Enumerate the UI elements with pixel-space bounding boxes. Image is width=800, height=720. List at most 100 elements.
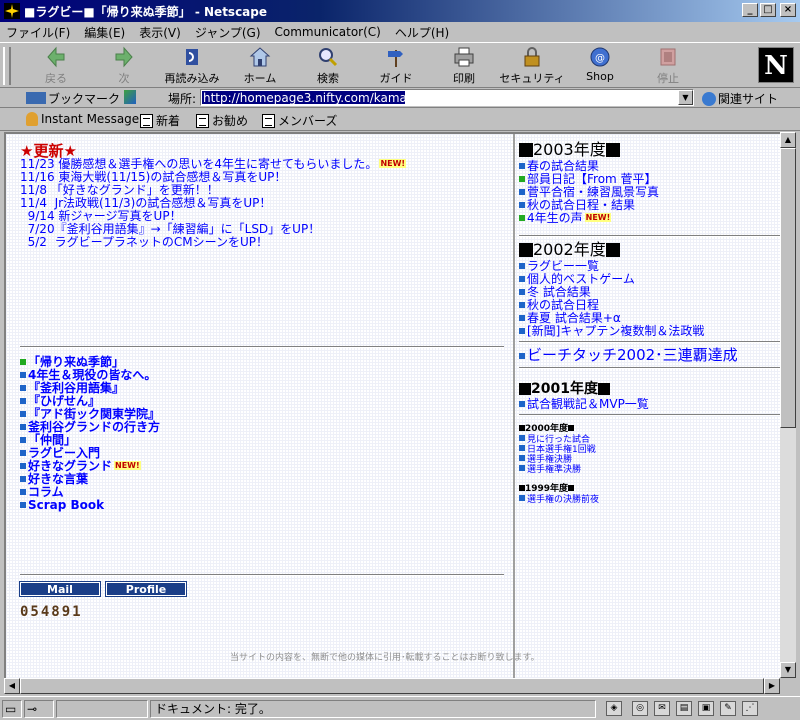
bullet-icon xyxy=(519,445,525,451)
security-button[interactable]: セキュリティ xyxy=(498,46,566,86)
bullet-icon xyxy=(20,372,26,378)
horizontal-scrollbar[interactable]: ◀ ▶ xyxy=(4,678,780,694)
security-status-icon[interactable]: ▭ xyxy=(2,700,22,718)
navigator-component-icon[interactable]: ◎ xyxy=(632,701,648,716)
page-content: ★更新★ 11/23 優勝感想＆選手権への思いを4年生に寄せてもらいました。 NE… xyxy=(4,132,780,678)
page-link-icon xyxy=(262,113,275,128)
netscape-app-icon[interactable] xyxy=(4,3,20,19)
page-link-icon xyxy=(196,113,209,128)
black-square-icon xyxy=(568,425,575,431)
bullet-icon xyxy=(519,455,525,461)
back-button[interactable]: 戻る xyxy=(22,46,90,86)
divider xyxy=(20,346,504,348)
close-button[interactable]: × xyxy=(780,3,796,17)
list-item[interactable]: 4年生の声 NEW! xyxy=(519,212,659,225)
bullet-icon xyxy=(519,163,525,169)
minimize-button[interactable]: _ xyxy=(742,3,758,17)
toolbar-grip[interactable] xyxy=(3,47,11,85)
menu-view[interactable]: 表示(V) xyxy=(139,24,181,41)
bullet-icon xyxy=(519,302,525,308)
menu-communicator[interactable]: Communicator(C) xyxy=(275,25,381,39)
home-button[interactable]: ホーム xyxy=(226,46,294,86)
bullet-icon xyxy=(519,276,525,282)
page-proxy-glyph xyxy=(124,90,136,104)
bullet-icon xyxy=(519,353,525,359)
scroll-down-icon[interactable]: ▼ xyxy=(780,662,796,678)
black-square-icon xyxy=(605,143,620,157)
list-item[interactable]: 試合観戦記＆MVP一覧 xyxy=(519,398,780,411)
black-square-icon xyxy=(519,143,533,157)
bullet-icon xyxy=(20,502,26,508)
netscape-logo[interactable]: N xyxy=(758,47,794,83)
bullet-icon xyxy=(519,401,525,407)
shop-button[interactable]: @ Shop xyxy=(566,46,634,83)
bookmarks-button[interactable]: ブックマーク xyxy=(26,90,120,107)
black-square-icon xyxy=(519,383,531,395)
bullet-icon xyxy=(519,289,525,295)
reload-button[interactable]: 再読み込み xyxy=(158,46,226,86)
menu-go[interactable]: ジャンプ(G) xyxy=(195,24,261,41)
stop-button[interactable]: 停止 xyxy=(634,46,702,86)
menu-edit[interactable]: 編集(E) xyxy=(84,24,125,41)
section-title: 2001年度 xyxy=(519,380,780,398)
bullet-icon xyxy=(519,465,525,471)
beach-touch-link[interactable]: ビーチタッチ2002･三連覇達成 xyxy=(519,346,780,364)
list-item[interactable]: 見に行った試合 xyxy=(519,435,596,445)
vertical-scrollbar[interactable]: ▲ ▼ xyxy=(780,132,796,678)
scroll-up-icon[interactable]: ▲ xyxy=(780,132,796,148)
print-button[interactable]: 印刷 xyxy=(430,46,498,86)
link-list: 試合観戦記＆MVP一覧 xyxy=(519,398,780,411)
scroll-left-icon[interactable]: ◀ xyxy=(4,678,20,694)
list-item[interactable]: [新聞]キャプテン複数制＆法政戦 xyxy=(519,325,780,338)
nav-link[interactable]: Scrap Book xyxy=(20,499,160,512)
bullet-icon xyxy=(519,328,525,334)
menu-file[interactable]: ファイル(F) xyxy=(6,24,70,41)
home-icon xyxy=(249,47,271,67)
mail-component-icon[interactable]: ✉ xyxy=(654,701,670,716)
guide-button[interactable]: ガイド xyxy=(362,46,430,86)
edit-page-icon[interactable]: ✎ xyxy=(720,701,736,716)
link-list: 選手権の決勝前夜 xyxy=(519,495,599,505)
resize-grip-icon[interactable]: ⋰ xyxy=(742,701,758,716)
url-input[interactable] xyxy=(201,90,671,105)
news-item[interactable]: 5/2 ラグビープラネットのCMシーンをUP！ xyxy=(20,236,406,249)
site-nav-list: 「帰り来ぬ季節」 4年生＆現役の皆なへ。 『釜利谷用語集』 『ひげせん』 『アド… xyxy=(20,356,160,512)
list-item[interactable]: 選手権準決勝 xyxy=(519,465,596,475)
search-button[interactable]: 検索 xyxy=(294,46,362,86)
related-sites-button[interactable]: 関連サイト xyxy=(702,90,778,107)
bullet-icon xyxy=(20,411,26,417)
list-item[interactable]: 選手権の決勝前夜 xyxy=(519,495,599,505)
address-book-icon[interactable]: ▣ xyxy=(698,701,714,716)
bullet-icon xyxy=(519,215,525,221)
horizontal-scroll-thumb[interactable] xyxy=(20,678,764,694)
network-status-icon[interactable]: ◈ xyxy=(606,701,622,716)
forward-arrow-icon xyxy=(115,46,133,68)
personal-link-new[interactable]: 新着 xyxy=(140,112,180,129)
black-square-icon xyxy=(597,383,610,395)
list-item[interactable]: 選手権決勝 xyxy=(519,455,596,465)
instant-message-button[interactable]: Instant Message xyxy=(26,112,139,126)
bullet-icon xyxy=(519,202,525,208)
personal-link-recommend[interactable]: お勧め xyxy=(196,112,248,129)
composer-component-icon[interactable]: ▤ xyxy=(676,701,692,716)
maximize-button[interactable]: □ xyxy=(760,3,776,17)
scroll-right-icon[interactable]: ▶ xyxy=(764,678,780,694)
page-proxy-icon[interactable] xyxy=(124,90,136,107)
bullet-icon xyxy=(519,315,525,321)
forward-button[interactable]: 次 xyxy=(90,46,158,86)
vertical-scroll-thumb[interactable] xyxy=(780,148,796,428)
new-badge: NEW! xyxy=(379,159,407,168)
window-controls: _ □ × xyxy=(742,3,796,17)
mail-button[interactable]: Mail xyxy=(19,581,101,597)
bookmark-icon xyxy=(26,92,46,104)
list-item[interactable]: 日本選手権1回戦 xyxy=(519,445,596,455)
menu-help[interactable]: ヘルプ(H) xyxy=(395,24,449,41)
bullet-icon xyxy=(519,189,525,195)
personal-link-members[interactable]: メンバーズ xyxy=(262,112,337,129)
bullet-icon xyxy=(20,385,26,391)
profile-button[interactable]: Profile xyxy=(105,581,187,597)
guide-signpost-icon xyxy=(388,50,403,67)
url-dropdown-chevron-icon[interactable]: ▼ xyxy=(678,90,693,105)
bullet-icon xyxy=(20,359,26,365)
page-link-icon xyxy=(140,113,153,128)
